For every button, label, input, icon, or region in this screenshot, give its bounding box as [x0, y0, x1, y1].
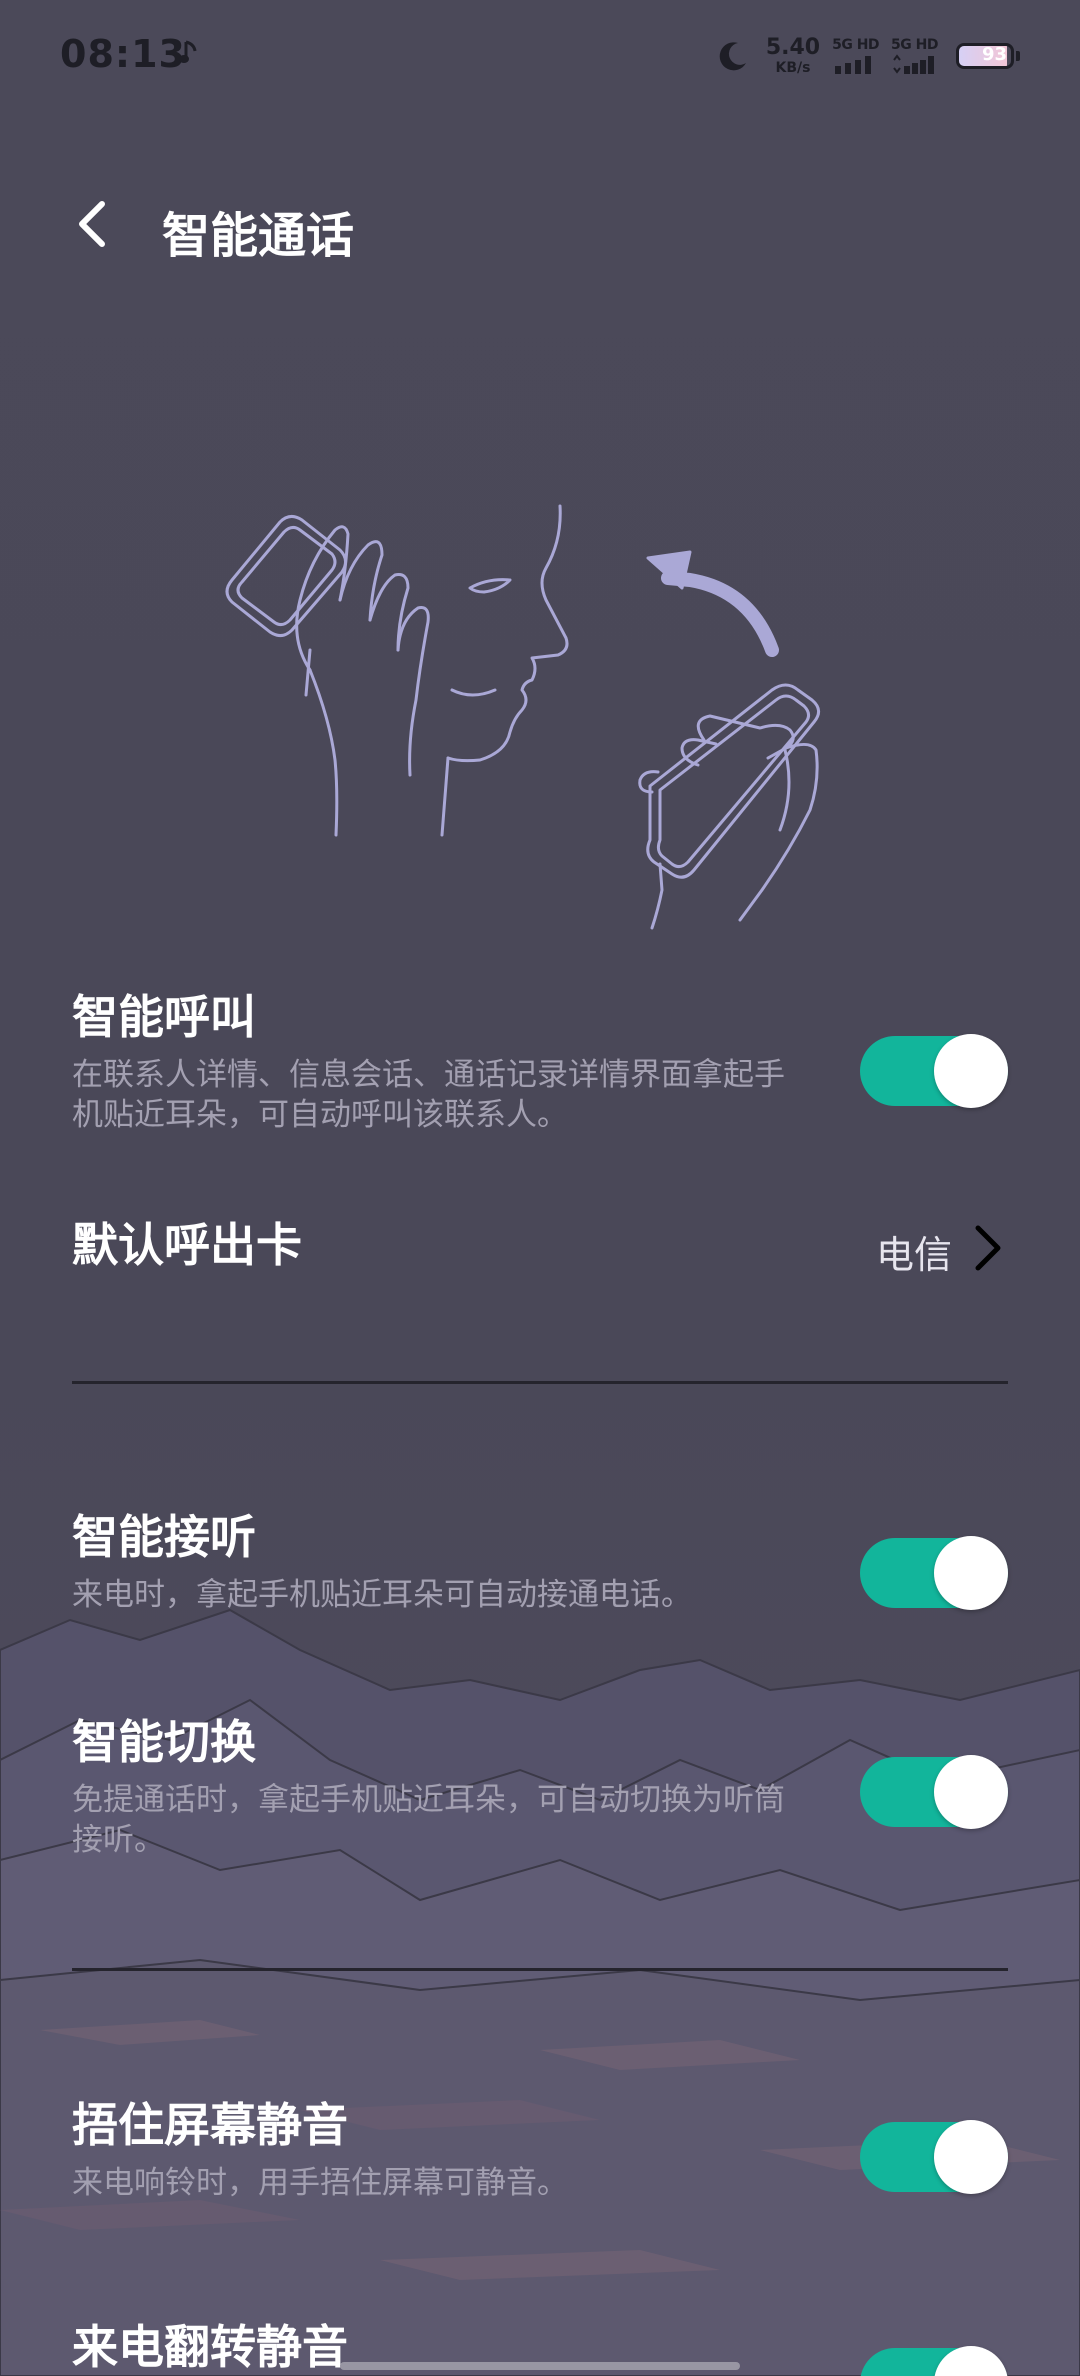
- app-header: 智能通话: [0, 180, 1080, 270]
- smart-call-toggle[interactable]: [860, 1034, 1008, 1108]
- home-indicator[interactable]: [340, 2362, 740, 2370]
- setting-row-smart-call[interactable]: 智能呼叫 在联系人详情、信息会话、通话记录详情界面拿起手机贴近耳朵，可自动呼叫该…: [72, 990, 1008, 1140]
- flip-mute-toggle[interactable]: [860, 2346, 1008, 2376]
- cover-mute-toggle[interactable]: [860, 2120, 1008, 2194]
- battery-icon: 93: [956, 43, 1014, 69]
- music-note-icon: [179, 40, 197, 63]
- signal-icon: [892, 54, 934, 74]
- smart-switch-toggle[interactable]: [860, 1755, 1008, 1829]
- page-title: 智能通话: [162, 208, 355, 264]
- sim1-label: 5G HD: [832, 37, 880, 53]
- network-speed-unit: KB/s: [775, 60, 811, 76]
- battery-cap: [1016, 51, 1020, 61]
- chevron-left-icon: [79, 201, 105, 247]
- setting-title: 智能切换: [72, 1715, 256, 1769]
- chevron-right-icon: [975, 1225, 1001, 1271]
- setting-description: 在联系人详情、信息会话、通话记录详情界面拿起手机贴近耳朵，可自动呼叫该联系人。: [72, 1057, 785, 1134]
- setting-description: 来电时，拿起手机贴近耳朵可自动接通电话。: [72, 1577, 692, 1614]
- status-icons: 5.40 KB/s 5G HD 5G HD 93: [716, 34, 1020, 78]
- sim2-signal: 5G HD: [891, 38, 938, 74]
- smart-call-illustration: [225, 504, 820, 930]
- status-time: 08:13: [60, 32, 186, 76]
- toggle-knob: [934, 2120, 1008, 2194]
- setting-row-cover-mute[interactable]: 捂住屏幕静音 来电响铃时，用手捂住屏幕可静音。: [72, 2098, 1008, 2208]
- toggle-knob: [934, 1536, 1008, 1610]
- setting-row-default-card[interactable]: 默认呼出卡 电信: [72, 1218, 1008, 1288]
- setting-title: 智能呼叫: [72, 990, 256, 1044]
- setting-title: 默认呼出卡: [72, 1218, 302, 1272]
- toggle-knob: [934, 1034, 1008, 1108]
- network-speed-value: 5.40: [765, 35, 821, 60]
- toggle-knob: [934, 1755, 1008, 1829]
- setting-description: 免提通话时，拿起手机贴近耳朵，可自动切换为听筒接听。: [72, 1782, 785, 1859]
- sim2-label: 5G HD: [891, 37, 938, 53]
- setting-description: 来电响铃时，用手捂住屏幕可静音。: [72, 2165, 568, 2202]
- signal-icon: [834, 56, 871, 74]
- network-speed: 5.40 KB/s: [765, 35, 821, 76]
- setting-row-smart-switch[interactable]: 智能切换 免提通话时，拿起手机贴近耳朵，可自动切换为听筒接听。: [72, 1715, 1008, 1865]
- status-bar: 08:13 5.40 KB/s 5G HD 5G HD 93: [0, 0, 1080, 110]
- section-divider: [72, 1381, 1008, 1384]
- moon-icon: [719, 42, 746, 71]
- background-landscape: [0, 0, 1080, 2376]
- default-card-value: 电信: [875, 1233, 952, 1277]
- smart-answer-toggle[interactable]: [860, 1536, 1008, 1610]
- section-divider: [72, 1968, 1008, 1971]
- battery-level: 93: [981, 44, 1007, 65]
- setting-row-smart-answer[interactable]: 智能接听 来电时，拿起手机贴近耳朵可自动接通电话。: [72, 1510, 1008, 1620]
- back-button[interactable]: [60, 192, 124, 256]
- sim1-signal: 5G HD: [832, 37, 880, 74]
